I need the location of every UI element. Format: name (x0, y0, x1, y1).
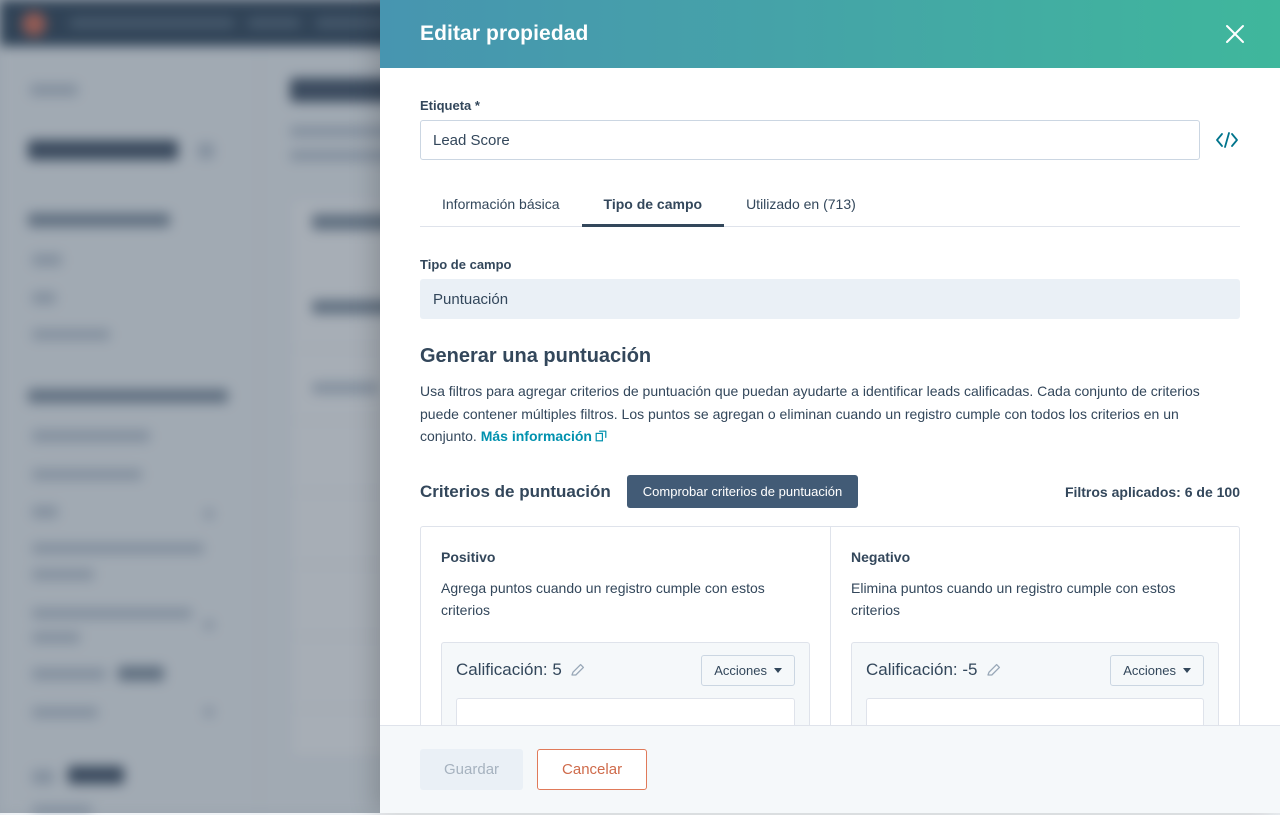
chevron-down-icon (1183, 668, 1191, 673)
positive-score-header: Calificación: 5 Acciones (442, 643, 809, 698)
label-field-label: Etiqueta * (420, 98, 1240, 113)
negative-actions-button[interactable]: Acciones (1110, 655, 1204, 686)
score-section-heading: Generar una puntuación (420, 345, 1240, 368)
positive-criteria-panel: Positivo Agrega puntos cuando un registr… (421, 527, 830, 725)
negative-score-label: Calificación: -5 (866, 660, 978, 680)
criteria-panels: Positivo Agrega puntos cuando un registr… (420, 526, 1240, 725)
save-button[interactable]: Guardar (420, 749, 523, 790)
positive-panel-title: Positivo (441, 549, 810, 565)
code-brackets-icon[interactable] (1214, 130, 1240, 150)
pencil-icon[interactable] (570, 662, 586, 678)
negative-score-header: Calificación: -5 Acciones (852, 643, 1218, 698)
filters-applied-count: Filtros aplicados: 6 de 100 (1065, 484, 1240, 500)
positive-score-label: Calificación: 5 (456, 660, 562, 680)
modal-body: Etiqueta * Información básica Tipo de ca… (380, 68, 1280, 725)
negative-filter-row[interactable] (866, 698, 1204, 725)
positive-panel-description: Agrega puntos cuando un registro cumple … (441, 577, 810, 622)
label-field-row (420, 120, 1240, 160)
negative-actions-label: Acciones (1123, 663, 1176, 678)
field-type-value[interactable]: Puntuación (420, 279, 1240, 319)
test-scoring-criteria-button[interactable]: Comprobar criterios de puntuación (627, 475, 858, 508)
label-input[interactable] (420, 120, 1200, 160)
positive-actions-label: Acciones (714, 663, 767, 678)
external-link-icon (595, 426, 607, 449)
edit-property-modal: Editar propiedad Etiqueta * Información … (380, 0, 1280, 813)
criteria-heading: Criterios de puntuación (420, 482, 611, 502)
score-section-description: Usa filtros para agregar criterios de pu… (420, 380, 1210, 449)
pencil-icon[interactable] (986, 662, 1002, 678)
negative-panel-description: Elimina puntos cuando un registro cumple… (851, 577, 1219, 622)
close-icon[interactable] (1218, 17, 1252, 51)
criteria-toolbar: Criterios de puntuación Comprobar criter… (420, 475, 1240, 508)
mas-informacion-link[interactable]: Más información (481, 428, 592, 444)
chevron-down-icon (774, 668, 782, 673)
positive-actions-button[interactable]: Acciones (701, 655, 795, 686)
positive-score-card: Calificación: 5 Acciones (441, 642, 810, 725)
tab-tipo-de-campo[interactable]: Tipo de campo (582, 186, 725, 227)
tab-informacion-basica[interactable]: Información básica (420, 186, 582, 227)
modal-tabs: Información básica Tipo de campo Utiliza… (420, 186, 1240, 227)
negative-panel-title: Negativo (851, 549, 1219, 565)
positive-filter-row[interactable] (456, 698, 795, 725)
negative-criteria-panel: Negativo Elimina puntos cuando un regist… (830, 527, 1239, 725)
tab-utilizado-en[interactable]: Utilizado en (713) (724, 186, 878, 227)
negative-score-card: Calificación: -5 Acciones (851, 642, 1219, 725)
modal-title: Editar propiedad (420, 22, 588, 46)
field-type-label: Tipo de campo (420, 257, 1240, 272)
modal-header: Editar propiedad (380, 0, 1280, 68)
cancel-button[interactable]: Cancelar (537, 749, 647, 790)
modal-footer: Guardar Cancelar (380, 725, 1280, 813)
